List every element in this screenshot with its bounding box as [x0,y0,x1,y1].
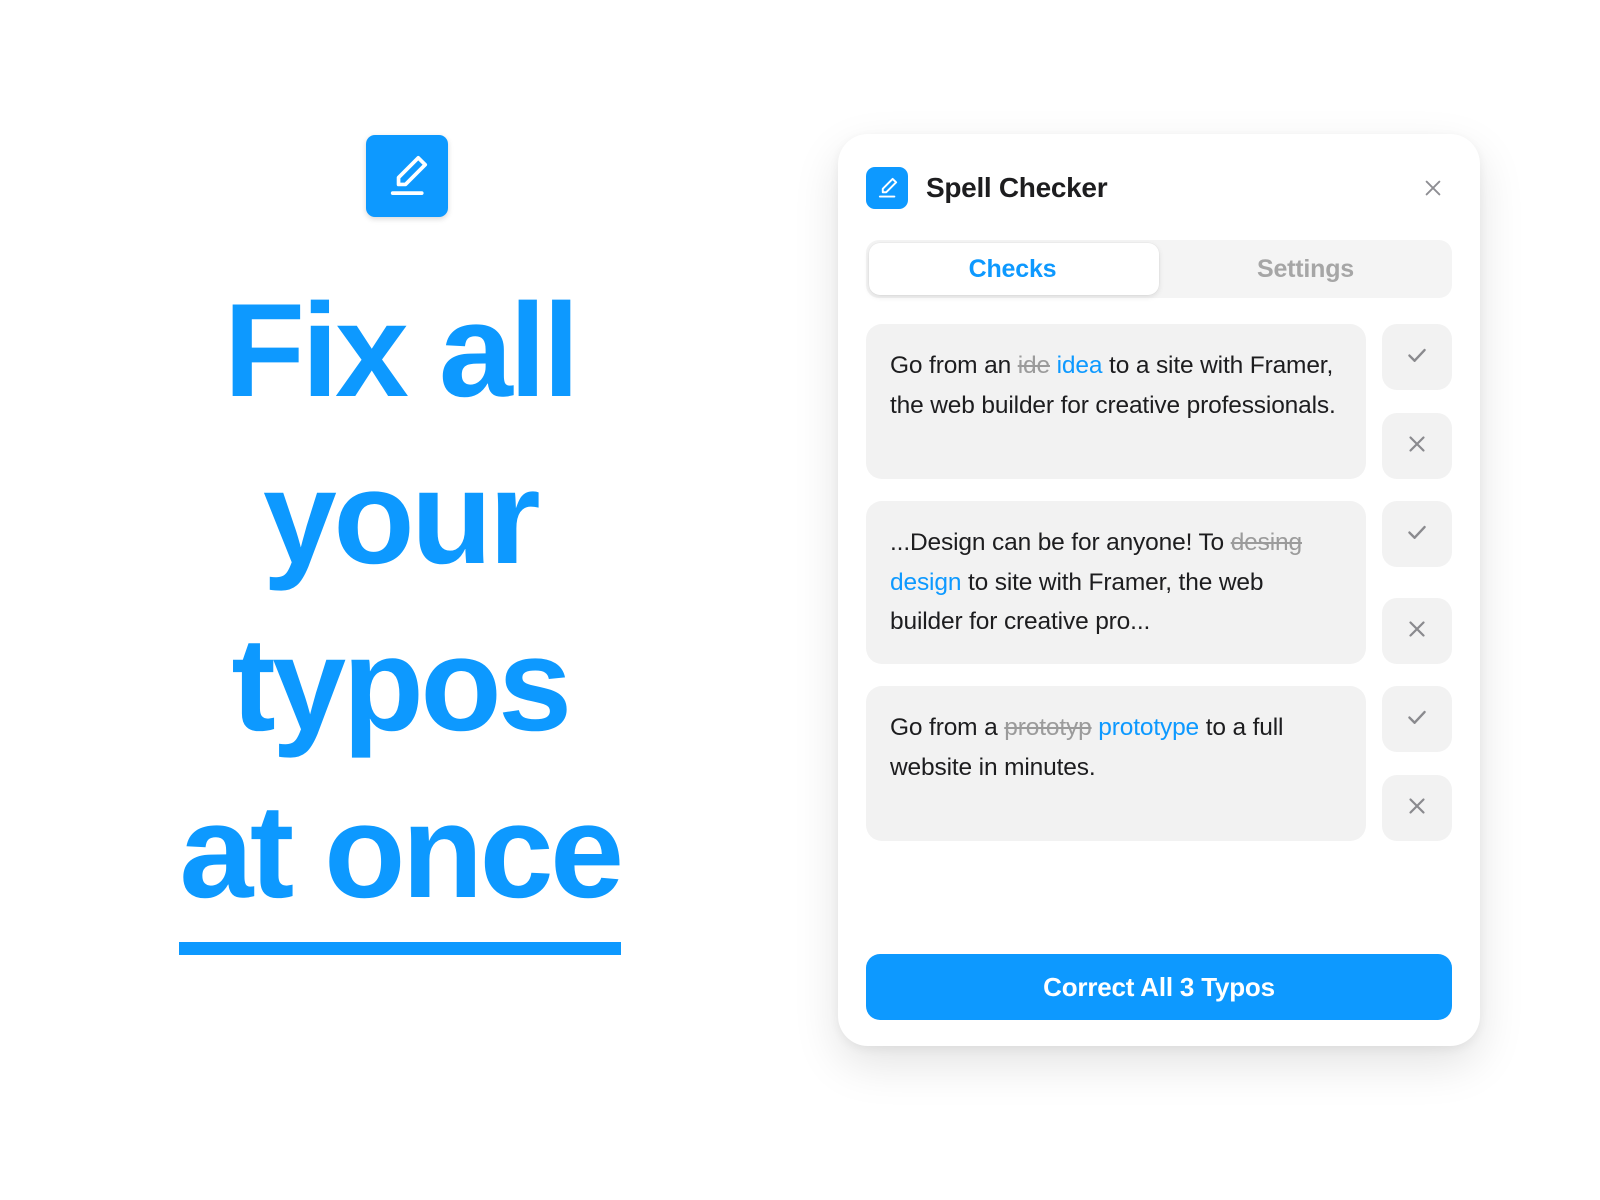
check-text: Go from an ide idea to a site with Frame… [866,324,1366,479]
check-icon [1404,342,1430,373]
typo-word: ide [1017,352,1050,379]
close-icon [1405,432,1429,461]
typo-word: prototyp [1004,714,1092,742]
check-text: ...Design can be for anyone! To desing d… [866,501,1366,665]
tab-bar: Checks Settings [866,240,1452,298]
check-prefix: ...Design can be for anyone! To [890,529,1231,556]
close-icon [1405,794,1429,823]
suggested-word[interactable]: design [890,569,961,596]
check-item: Go from an ide idea to a site with Frame… [866,324,1452,479]
check-item: Go from a prototyp prototype to a full w… [866,686,1452,842]
pencil-edit-icon [866,167,908,209]
tab-checks[interactable]: Checks [866,240,1159,298]
checks-list: Go from an ide idea to a site with Frame… [866,324,1452,842]
check-actions [1382,324,1452,479]
suggested-word[interactable]: idea [1057,352,1103,379]
pencil-edit-icon [366,135,448,217]
accept-button[interactable] [1382,324,1452,390]
headline-line-4: at once [179,769,624,955]
accept-button[interactable] [1382,501,1452,567]
accept-button[interactable] [1382,686,1452,753]
correct-all-button[interactable]: Correct All 3 Typos [866,954,1452,1020]
spell-checker-panel: Spell Checker Checks Settings Go from an… [838,134,1480,1046]
check-actions [1382,501,1452,665]
typo-word: desing [1230,529,1302,556]
check-prefix: Go from a [890,714,1005,742]
reject-button[interactable] [1382,775,1452,842]
headline-line-3: typos [231,610,572,759]
headline-line-4-wrap: at once [0,769,800,955]
check-icon [1404,704,1430,735]
check-actions [1382,686,1452,842]
check-icon [1404,519,1430,550]
panel-title: Spell Checker [926,172,1108,203]
page-title: Fix all your typos at once [0,268,800,955]
page-root: Fix all your typos at once Spell Checker [0,0,1600,1200]
headline-line-2: your [262,443,541,592]
tab-settings[interactable]: Settings [1159,240,1452,298]
close-icon[interactable] [1416,171,1450,205]
suggested-word[interactable]: prototype [1098,714,1199,741]
close-icon [1405,617,1429,646]
check-item: ...Design can be for anyone! To desing d… [866,501,1452,665]
hero-section: Fix all your typos at once [0,0,800,1200]
panel-header: Spell Checker [866,166,1452,210]
reject-button[interactable] [1382,413,1452,479]
headline-line-1: Fix all [223,277,580,425]
check-text: Go from a prototyp prototype to a full w… [866,686,1366,842]
check-prefix: Go from an [890,352,1018,379]
reject-button[interactable] [1382,598,1452,665]
